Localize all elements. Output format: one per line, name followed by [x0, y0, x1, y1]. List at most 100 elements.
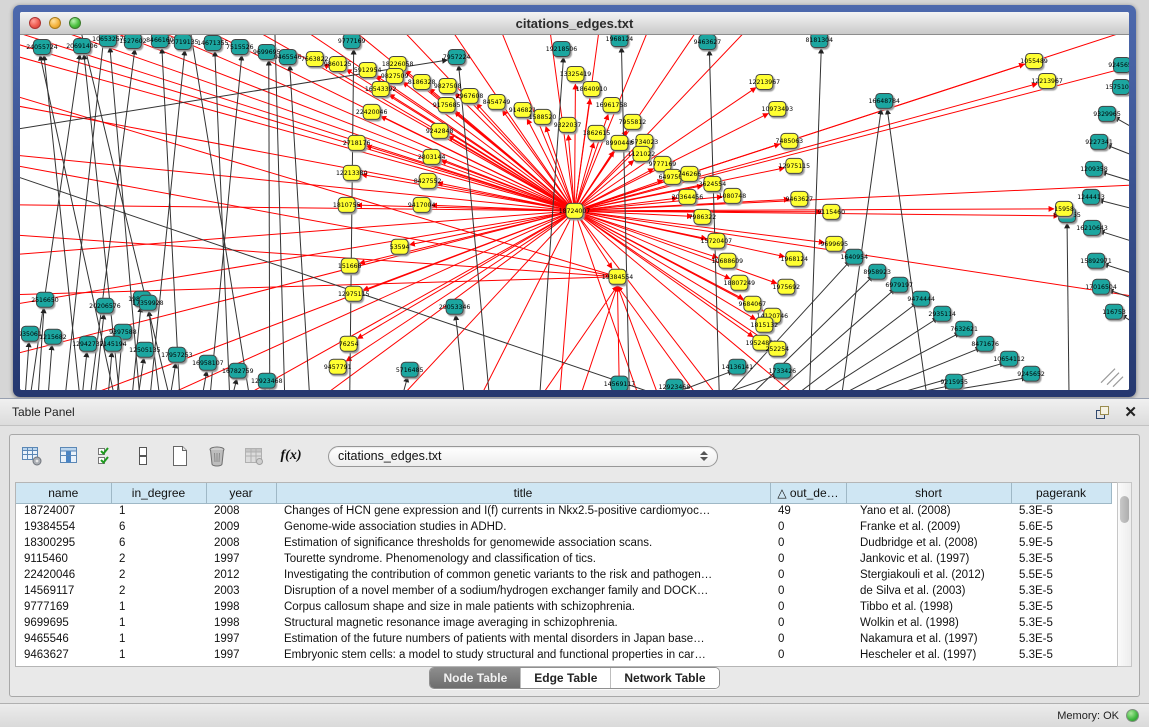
graph-node-selected[interactable]: 8454749 — [483, 94, 511, 109]
graph-node[interactable]: 12505135 — [129, 342, 161, 357]
graph-node-selected[interactable]: 13325419 — [560, 66, 592, 81]
table-row[interactable]: 977716911998Corpus callosum shape and si… — [16, 599, 1111, 615]
graph-node[interactable]: 29053346 — [439, 299, 471, 314]
graph-node-selected[interactable]: 9322037 — [554, 117, 582, 132]
graph-node-selected[interactable]: 12213967 — [749, 74, 781, 89]
graph-node[interactable]: 8181304 — [805, 35, 833, 47]
table-scrollbar[interactable] — [1117, 482, 1132, 667]
graph-node-selected[interactable]: 1055489 — [1020, 53, 1048, 68]
graph-node[interactable]: 9227341 — [1085, 134, 1113, 149]
graph-node-selected[interactable]: 12975115 — [779, 158, 811, 173]
graph-node-selected[interactable]: 151668 — [338, 258, 362, 273]
graph-node-selected[interactable]: 53594 — [390, 239, 410, 254]
graph-node[interactable]: 15892971 — [1080, 253, 1112, 268]
table-row[interactable]: 946362711997Embryonic stem cells: a mode… — [16, 647, 1111, 663]
graph-node-selected[interactable]: 12213967 — [1031, 73, 1063, 88]
graph-node[interactable]: 10654112 — [993, 351, 1025, 366]
show-column-button[interactable] — [57, 444, 81, 468]
canvas-resize-grip[interactable] — [1101, 369, 1123, 387]
graph-node[interactable]: 24055724 — [26, 39, 58, 54]
graph-node-selected[interactable]: 1968124 — [781, 251, 809, 266]
table-row[interactable]: 911546021997Tourette syndrome. Phenomeno… — [16, 551, 1111, 567]
graph-node-selected[interactable]: 12213380 — [336, 165, 368, 180]
graph-node-selected[interactable]: 15720407 — [701, 233, 733, 248]
graph-node-selected[interactable]: 19384554 — [602, 269, 634, 284]
table-row[interactable]: 2242004622012Investigating the contribut… — [16, 567, 1111, 583]
graph-node[interactable]: 8471676 — [971, 336, 999, 351]
graph-node-selected[interactable]: 3624554 — [699, 176, 727, 191]
graph-node[interactable]: 16782759 — [222, 363, 254, 378]
graph-node[interactable]: 1968124 — [606, 35, 634, 46]
graph-node-selected[interactable]: 8427552 — [414, 173, 442, 188]
function-builder-button[interactable]: f(x) — [279, 444, 303, 468]
close-window-button[interactable] — [29, 17, 41, 29]
graph-node-selected[interactable]: 8990448 — [606, 135, 634, 150]
column-checklist-button[interactable] — [94, 444, 118, 468]
delete-table-button[interactable] — [205, 444, 229, 468]
scrollbar-thumb[interactable] — [1120, 496, 1129, 523]
table-row[interactable]: 1872400712008Changes of HCN gene express… — [16, 503, 1111, 519]
graph-node-selected[interactable]: 9115460 — [817, 204, 845, 219]
tab-node-table[interactable]: Node Table — [430, 668, 520, 688]
graph-node[interactable]: 17957253 — [161, 347, 193, 362]
zoom-window-button[interactable] — [69, 17, 81, 29]
tab-edge-table[interactable]: Edge Table — [520, 668, 610, 688]
table-row[interactable]: 1830029562008Estimation of significance … — [16, 535, 1111, 551]
graph-node-selected[interactable]: 10688609 — [712, 253, 744, 268]
network-graph[interactable]: 2405572420691406106532571527602846616010… — [20, 35, 1129, 390]
graph-node[interactable]: 15751074 — [1105, 79, 1129, 94]
graph-node[interactable]: 2935114 — [928, 306, 956, 321]
graph-node-selected[interactable]: 5912954 — [354, 62, 382, 77]
table-row[interactable]: 1456911722003Disruption of a novel membe… — [16, 583, 1111, 599]
graph-node[interactable]: 1640954 — [840, 249, 868, 264]
table-source-select[interactable]: citations_edges.txt — [328, 446, 718, 467]
graph-node[interactable]: 9463627 — [694, 35, 722, 49]
float-panel-button[interactable] — [1095, 405, 1110, 420]
graph-node[interactable]: 116753 — [1102, 304, 1126, 319]
graph-node[interactable]: 19218506 — [546, 41, 578, 56]
graph-node-selected[interactable]: 9827508 — [434, 78, 462, 93]
graph-node-selected[interactable]: 8186328 — [408, 74, 436, 89]
new-table-button[interactable] — [168, 444, 192, 468]
graph-node[interactable]: 9474444 — [907, 291, 935, 306]
graph-node-selected[interactable]: 20364456 — [672, 189, 704, 204]
tab-network-table[interactable]: Network Table — [610, 668, 718, 688]
column-header-short[interactable]: short — [846, 483, 1011, 503]
column-header-in_degree[interactable]: in_degree — [111, 483, 206, 503]
graph-node[interactable]: 14671355 — [197, 35, 229, 50]
window-titlebar[interactable]: citations_edges.txt — [20, 12, 1129, 35]
column-header-year[interactable]: year — [206, 483, 276, 503]
table-row[interactable]: 969969511998Structural magnetic resonanc… — [16, 615, 1111, 631]
row-height-button[interactable] — [131, 444, 155, 468]
table-row[interactable]: 1938455462009Genome-wide association stu… — [16, 519, 1111, 535]
close-panel-button[interactable]: ✕ — [1124, 405, 1137, 420]
graph-node-selected[interactable]: 15958 — [1054, 201, 1074, 216]
table-options-button[interactable] — [20, 444, 44, 468]
graph-node[interactable]: 6979197 — [885, 277, 913, 292]
minimize-window-button[interactable] — [49, 17, 61, 29]
graph-node-selected[interactable]: 1862615 — [583, 125, 611, 140]
graph-node[interactable]: 12923468 — [659, 379, 691, 390]
column-header-out_de[interactable]: △ out_de… — [770, 483, 846, 503]
graph-node[interactable]: 1244413 — [1077, 189, 1105, 204]
graph-node[interactable]: 5716485 — [396, 362, 424, 377]
graph-node[interactable]: 7632621 — [950, 321, 978, 336]
graph-node-selected[interactable]: 252254 — [766, 341, 790, 356]
graph-node[interactable]: 9245652 — [1108, 57, 1129, 72]
graph-node[interactable]: 1209358 — [1080, 161, 1108, 176]
graph-node-selected[interactable]: 7485063 — [776, 133, 804, 148]
column-header-pagerank[interactable]: pagerank — [1011, 483, 1111, 503]
column-header-title[interactable]: title — [276, 483, 770, 503]
network-canvas[interactable]: 2405572420691406106532571527602846616010… — [20, 35, 1129, 390]
graph-node-selected[interactable]: 76254 — [339, 336, 359, 351]
graph-node[interactable]: 12923468 — [251, 373, 283, 388]
graph-node-selected[interactable]: 746266 — [678, 166, 702, 181]
graph-node[interactable]: 17016504 — [1085, 279, 1117, 294]
graph-node-selected[interactable]: 1810755 — [333, 197, 361, 212]
graph-node-selected[interactable]: 9463627 — [786, 191, 814, 206]
graph-node[interactable]: 9329965 — [1093, 106, 1121, 121]
graph-node[interactable]: 8958923 — [863, 264, 891, 279]
import-table-button[interactable] — [242, 444, 266, 468]
column-header-name[interactable]: name — [16, 483, 111, 503]
graph-node[interactable]: 16210643 — [1076, 220, 1108, 235]
